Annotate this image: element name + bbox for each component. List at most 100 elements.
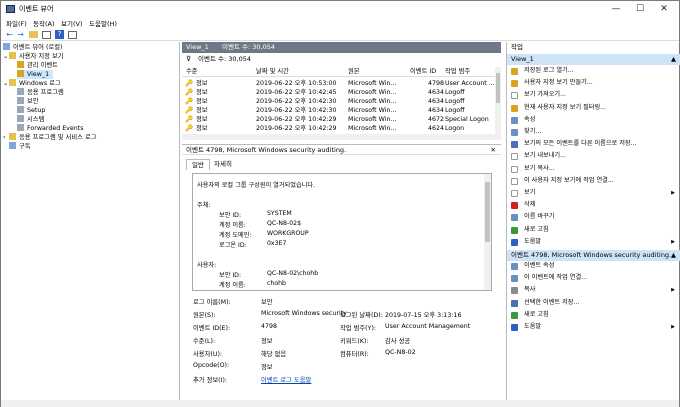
description-line: 사용자: xyxy=(197,262,217,269)
help-icon[interactable]: ? xyxy=(55,30,64,39)
back-icon[interactable]: ← xyxy=(5,30,14,39)
action-item[interactable]: 사용자 지정 보기 만들기... xyxy=(507,78,680,88)
action-item[interactable]: 삭제 xyxy=(507,200,680,210)
action-item[interactable]: 이 사용자 지정 보기에 작업 연결... xyxy=(507,176,680,186)
description-line: 보안 ID: xyxy=(219,212,242,219)
action-item[interactable]: 보기 내보내기... xyxy=(507,151,680,161)
collapse-icon[interactable]: ▲ xyxy=(671,250,676,261)
action-item[interactable]: 이 이벤트에 작업 연결... xyxy=(507,273,680,283)
tree-item-setup[interactable]: Setup xyxy=(17,106,45,115)
logged-value: 2019-07-15 오후 3:13:16 xyxy=(385,312,462,319)
keywords-value: 감사 성공 xyxy=(385,338,411,345)
tree-item-view-1[interactable]: View_1 xyxy=(17,70,54,79)
action-label: 이 사용자 지정 보기에 작업 연결... xyxy=(524,176,614,184)
action-item[interactable]: 도움말 ▶ xyxy=(507,237,680,247)
table-row[interactable]: 🔑 정보 2019-06-22 오후 10:42:29 Microsoft Wi… xyxy=(182,115,495,124)
menu-help[interactable]: 도움말(H) xyxy=(89,18,117,28)
help-icon xyxy=(511,324,518,331)
tree-item-application[interactable]: 응용 프로그램 xyxy=(17,88,64,97)
action-item[interactable]: 보기 가져오기... xyxy=(507,90,680,100)
tree-item-app-service-logs[interactable]: › 응용 프로그램 및 서비스 로그 xyxy=(3,133,97,142)
detail-title: 이벤트 4798, Microsoft Windows security aud… xyxy=(186,146,347,154)
attach-task-icon xyxy=(511,275,518,283)
show-hide-tree-icon[interactable] xyxy=(42,31,51,39)
user-value: 해당 없음 xyxy=(261,351,287,358)
menu-view[interactable]: 보기(V) xyxy=(61,18,82,28)
column-event-id[interactable]: 이벤트 ID xyxy=(410,67,436,77)
center-pane: View_1 이벤트 수: 30,054 ⊽ 이벤트 수: 30,054 수준 … xyxy=(182,42,501,400)
save-icon xyxy=(511,141,518,149)
view-event-count: 이벤트 수: 30,054 xyxy=(222,43,275,51)
table-row[interactable]: 🔑 정보 2019-06-22 오후 10:42:30 Microsoft Wi… xyxy=(182,106,495,115)
scrollbar-thumb[interactable] xyxy=(496,73,500,103)
scrollbar-thumb[interactable] xyxy=(485,182,490,242)
tree-item-system[interactable]: 시스템 xyxy=(17,115,44,124)
action-item[interactable]: 복사 ▶ xyxy=(507,285,680,295)
table-row[interactable]: 🔑 정보 2019-06-22 오후 10:53:00 Microsoft Wi… xyxy=(182,79,495,88)
action-item[interactable]: 새로 고침 xyxy=(507,310,680,320)
collapse-icon[interactable]: ▲ xyxy=(671,54,676,65)
tab-general[interactable]: 일반 xyxy=(186,159,210,170)
folder-up-icon[interactable] xyxy=(29,31,38,38)
properties-icon xyxy=(511,116,518,124)
filter-count: 이벤트 수: 30,054 xyxy=(198,55,251,63)
close-icon[interactable]: ✕ xyxy=(491,145,496,155)
action-label: 사용자 지정 보기 만들기... xyxy=(524,79,593,87)
action-item[interactable]: 찾기... xyxy=(507,127,680,137)
table-row[interactable]: 🔑 정보 2019-06-22 오후 10:42:29 Microsoft Wi… xyxy=(182,124,495,133)
action-item[interactable]: 이벤트 속성 xyxy=(507,261,680,271)
action-item[interactable]: 보기의 모든 이벤트를 다른 이름으로 저장... xyxy=(507,139,680,149)
task-label: 작업 범주(Y): xyxy=(340,325,377,332)
action-item[interactable]: 현재 사용자 지정 보기 필터링... xyxy=(507,103,680,113)
minimize-button[interactable]: — xyxy=(605,1,627,17)
action-item[interactable]: 보기 ▶ xyxy=(507,188,680,198)
action-item[interactable]: 저장된 로그 열기... xyxy=(507,66,680,76)
maximize-button[interactable]: ☐ xyxy=(629,1,651,17)
column-task-category[interactable]: 작업 범주 xyxy=(445,67,470,77)
tree-item-security[interactable]: 보안 xyxy=(17,97,39,106)
action-item[interactable]: 속성 xyxy=(507,115,680,125)
action-label: 이벤트 속성 xyxy=(524,262,555,269)
user-label: 사용자(U): xyxy=(193,351,223,358)
action-item[interactable]: 이름 바꾸기 xyxy=(507,212,680,222)
table-row[interactable]: 🔑 정보 2019-06-22 오후 10:42:30 Microsoft Wi… xyxy=(182,97,495,106)
tree-item-windows-logs[interactable]: ⌄ Windows 로그 xyxy=(3,79,61,88)
description-scrollbar[interactable] xyxy=(484,174,491,290)
close-button[interactable]: ✕ xyxy=(653,1,675,17)
action-item[interactable]: 선택한 이벤트 저장... xyxy=(507,298,680,308)
action-item[interactable]: 새로 고침 xyxy=(507,225,680,235)
copy-icon xyxy=(511,287,518,295)
forward-icon[interactable]: → xyxy=(16,30,25,39)
column-level[interactable]: 수준 xyxy=(186,67,198,77)
import-icon xyxy=(511,92,518,100)
tree-item-forwarded-events[interactable]: Forwarded Events xyxy=(17,124,84,133)
find-icon xyxy=(511,129,518,136)
event-description[interactable]: 사용자의 로컬 그룹 구성원이 열거되었습니다. 주체: 보안 ID: SYSTEM 계… xyxy=(192,173,492,291)
grid-horizontal-scrollbar[interactable] xyxy=(182,134,495,140)
table-row[interactable]: 🔑 정보 2019-06-22 오후 10:42:45 Microsoft Wi… xyxy=(182,88,495,97)
column-source[interactable]: 원본 xyxy=(348,67,360,77)
log-icon xyxy=(17,97,24,104)
tree-item-subscriptions[interactable]: 구독 xyxy=(9,142,31,151)
action-label: 새로 고침 xyxy=(524,225,549,233)
window-title: 이벤트 뷰어 xyxy=(19,5,54,13)
view-title: View_1 xyxy=(186,43,209,51)
event-log-help-link[interactable]: 이벤트 로그 도움말 xyxy=(261,375,311,384)
column-datetime[interactable]: 날짜 및 시간 xyxy=(256,67,289,77)
tree-item-admin-events[interactable]: 관리 이벤트 xyxy=(17,61,58,70)
menu-action[interactable]: 동작(A) xyxy=(33,18,54,28)
filter-icon xyxy=(17,70,24,77)
action-item[interactable]: 도움말 ▶ xyxy=(507,322,680,332)
description-value: QC-N8-02$ xyxy=(267,220,302,227)
tab-details[interactable]: 자세히 xyxy=(209,159,237,170)
tree-item-root[interactable]: 이벤트 뷰어 (로컬) xyxy=(3,43,62,52)
actions-section-view[interactable]: View_1 ▲ xyxy=(507,54,680,65)
tree-item-custom-views[interactable]: ⌄ 사용자 지정 보기 xyxy=(3,52,64,61)
actions-section-event[interactable]: 이벤트 4798, Microsoft Windows security aud… xyxy=(507,250,680,261)
filter-create-icon xyxy=(511,80,518,88)
show-hide-actions-icon[interactable] xyxy=(68,31,77,39)
description-line: 계정 이름: xyxy=(219,222,246,229)
action-item[interactable]: 보기 복사... xyxy=(507,164,680,174)
grid-vertical-scrollbar[interactable] xyxy=(495,67,501,140)
menu-file[interactable]: 파일(F) xyxy=(6,18,27,28)
